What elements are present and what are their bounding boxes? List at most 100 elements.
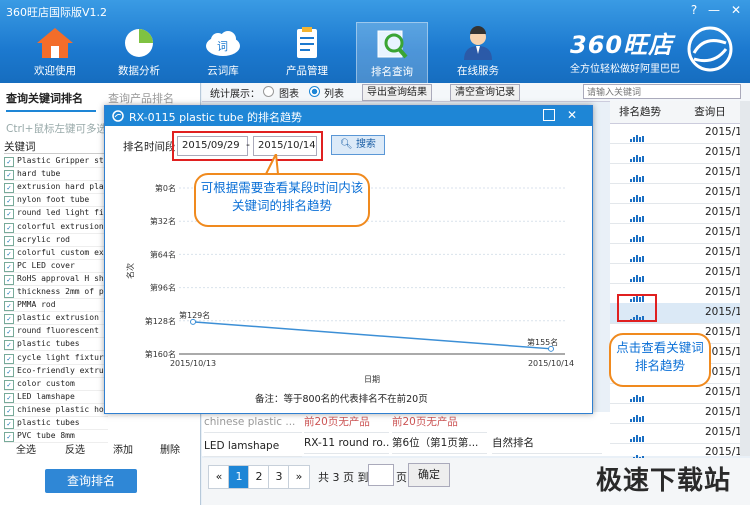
add-keyword-button[interactable]: 添加 (103, 441, 143, 456)
keyword-checkbox[interactable]: ✓ (4, 419, 14, 429)
rank-trend-icon[interactable] (630, 189, 645, 202)
keyword-checkbox[interactable]: ✓ (4, 261, 14, 272)
minimize-button[interactable]: — (704, 2, 724, 18)
keyword-checkbox[interactable]: ✓ (4, 340, 14, 351)
query-date-cell: 2015/1 (705, 426, 742, 438)
keyword-checkbox[interactable]: ✓ (4, 314, 14, 325)
keyword-row[interactable]: ✓ thickness 2mm of pv (4, 285, 108, 299)
date-to-input[interactable]: 2015/10/14 (253, 136, 317, 156)
keyword-text: extrusion hard plas (17, 182, 108, 192)
keyword-row[interactable]: ✓ acrylic rod (4, 233, 108, 247)
keyword-row[interactable]: ✓ colorful custom ext (4, 246, 108, 260)
nav-data-analysis[interactable]: 数据分析 (104, 22, 174, 82)
query-date-cell: 2015/1 (705, 286, 742, 298)
invert-selection-button[interactable]: 反选 (55, 441, 95, 456)
nav-welcome[interactable]: 欢迎使用 (20, 22, 90, 82)
series-line (192, 321, 552, 350)
export-results-button[interactable]: 导出查询结果 (362, 84, 432, 101)
keyword-row[interactable]: ✓ PMMA rod (4, 298, 108, 313)
keyword-checkbox[interactable]: ✓ (4, 235, 14, 246)
rank-trend-icon[interactable] (630, 129, 645, 142)
rank-trend-icon[interactable] (630, 149, 645, 162)
nav-product-management[interactable]: 产品管理 (272, 22, 342, 82)
keyword-row[interactable]: ✓ plastic tubes (4, 337, 108, 352)
chart-view-radio[interactable] (263, 86, 274, 97)
keyword-row[interactable]: ✓ plastic extrusion p (4, 311, 108, 326)
keyword-row[interactable]: ✓ round led light fix (4, 206, 108, 221)
table-row: 2015/1 (610, 223, 750, 244)
nav-cloud-lexicon[interactable]: 词 云词库 (188, 22, 258, 82)
rank-trend-icon[interactable] (630, 249, 645, 262)
query-date-cell: 2015/1 (705, 186, 742, 198)
keyword-row[interactable]: ✓ Eco-friendly extrud (4, 364, 108, 378)
query-rank-button[interactable]: 查询排名 (45, 469, 137, 493)
keyword-checkbox[interactable]: ✓ (4, 196, 14, 207)
keyword-row[interactable]: ✓ PC LED cover (4, 259, 108, 273)
keyword-checkbox[interactable]: ✓ (4, 222, 14, 233)
keyword-checkbox[interactable]: ✓ (4, 301, 14, 312)
keyword-checkbox[interactable]: ✓ (4, 209, 14, 220)
keyword-checkbox[interactable]: ✓ (4, 366, 14, 377)
keyword-search-input[interactable] (583, 84, 741, 99)
keyword-text: plastic extrusion p (17, 313, 108, 323)
rank-trend-icon[interactable] (630, 409, 645, 422)
page-2-button[interactable]: 2 (248, 465, 270, 489)
page-3-button[interactable]: 3 (268, 465, 290, 489)
keyword-checkbox[interactable]: ✓ (4, 288, 14, 298)
help-button[interactable]: ? (684, 2, 704, 18)
date-from-input[interactable]: 2015/09/29 (177, 136, 248, 156)
rank-trend-icon[interactable] (630, 169, 645, 182)
keyword-checkbox[interactable]: ✓ (4, 327, 14, 338)
maximize-dialog-button[interactable] (543, 109, 555, 121)
search-button[interactable]: 🔍︎ 搜索 (331, 135, 385, 155)
next-page-button[interactable]: » (288, 465, 310, 489)
vertical-scrollbar[interactable] (740, 101, 750, 456)
keyword-row[interactable]: ✓ chinese plastic hos (4, 403, 108, 417)
keyword-row[interactable]: ✓ round fluorescent l (4, 324, 108, 339)
nav-rank-query[interactable]: 排名查询 (356, 22, 428, 83)
prev-page-button[interactable]: « (208, 465, 230, 489)
bottom-rank: 前20页无产品 (392, 412, 487, 433)
keyword-checkbox[interactable]: ✓ (4, 170, 14, 181)
keyword-row[interactable]: ✓ hard tube (4, 167, 108, 182)
keyword-checkbox[interactable]: ✓ (4, 157, 14, 167)
delete-keyword-button[interactable]: 删除 (150, 441, 190, 456)
rank-trend-icon[interactable] (630, 429, 645, 442)
keyword-checkbox[interactable]: ✓ (4, 405, 14, 416)
rank-trend-icon[interactable] (630, 209, 645, 222)
keyword-checkbox[interactable]: ✓ (4, 274, 14, 285)
nav-online-service[interactable]: 在线服务 (443, 22, 513, 82)
clear-history-button[interactable]: 清空查询记录 (450, 84, 520, 101)
query-date-cell: 2015/1 (705, 386, 742, 398)
rank-trend-icon[interactable] (630, 229, 645, 242)
keyword-checkbox[interactable]: ✓ (4, 248, 14, 259)
keyword-row[interactable]: ✓ cycle light fixture (4, 351, 108, 365)
tab-keyword-rank[interactable]: 查询关键词排名 (6, 88, 96, 112)
keyword-checkbox[interactable]: ✓ (4, 353, 14, 364)
y-axis-title: 名次 (125, 263, 135, 279)
page-1-button[interactable]: 1 (228, 465, 250, 489)
data-label: 第155名 (527, 337, 558, 347)
keyword-row[interactable]: ✓ RoHS approval H sh (4, 272, 108, 286)
stats-label: 统计展示： (210, 89, 260, 100)
keyword-row[interactable]: ✓ LED lamshape (4, 390, 108, 404)
keyword-checkbox[interactable]: ✓ (4, 379, 14, 390)
keyword-checkbox[interactable]: ✓ (4, 392, 14, 403)
keyword-row[interactable]: ✓ plastic tubes (4, 416, 108, 430)
close-window-button[interactable]: ✕ (726, 2, 746, 18)
keyword-text: hard tube (17, 169, 61, 179)
keyword-row[interactable]: ✓ color custom (4, 377, 108, 391)
close-dialog-button[interactable]: ✕ (567, 108, 577, 122)
page-jump-input[interactable] (368, 464, 394, 486)
page-confirm-button[interactable]: 确定 (408, 463, 450, 487)
keyword-row[interactable]: ✓ extrusion hard plas (4, 180, 108, 195)
rank-trend-icon[interactable] (630, 389, 645, 402)
keyword-row[interactable]: ✓ Plastic Gripper str (4, 154, 108, 168)
list-view-radio[interactable] (309, 86, 320, 97)
rank-trend-icon[interactable] (630, 269, 645, 282)
keyword-row[interactable]: ✓ nylon foot tube (4, 193, 108, 208)
data-point (548, 345, 554, 352)
select-all-button[interactable]: 全选 (6, 441, 46, 456)
keyword-row[interactable]: ✓ colorful extrusion (4, 220, 108, 234)
keyword-checkbox[interactable]: ✓ (4, 183, 14, 194)
